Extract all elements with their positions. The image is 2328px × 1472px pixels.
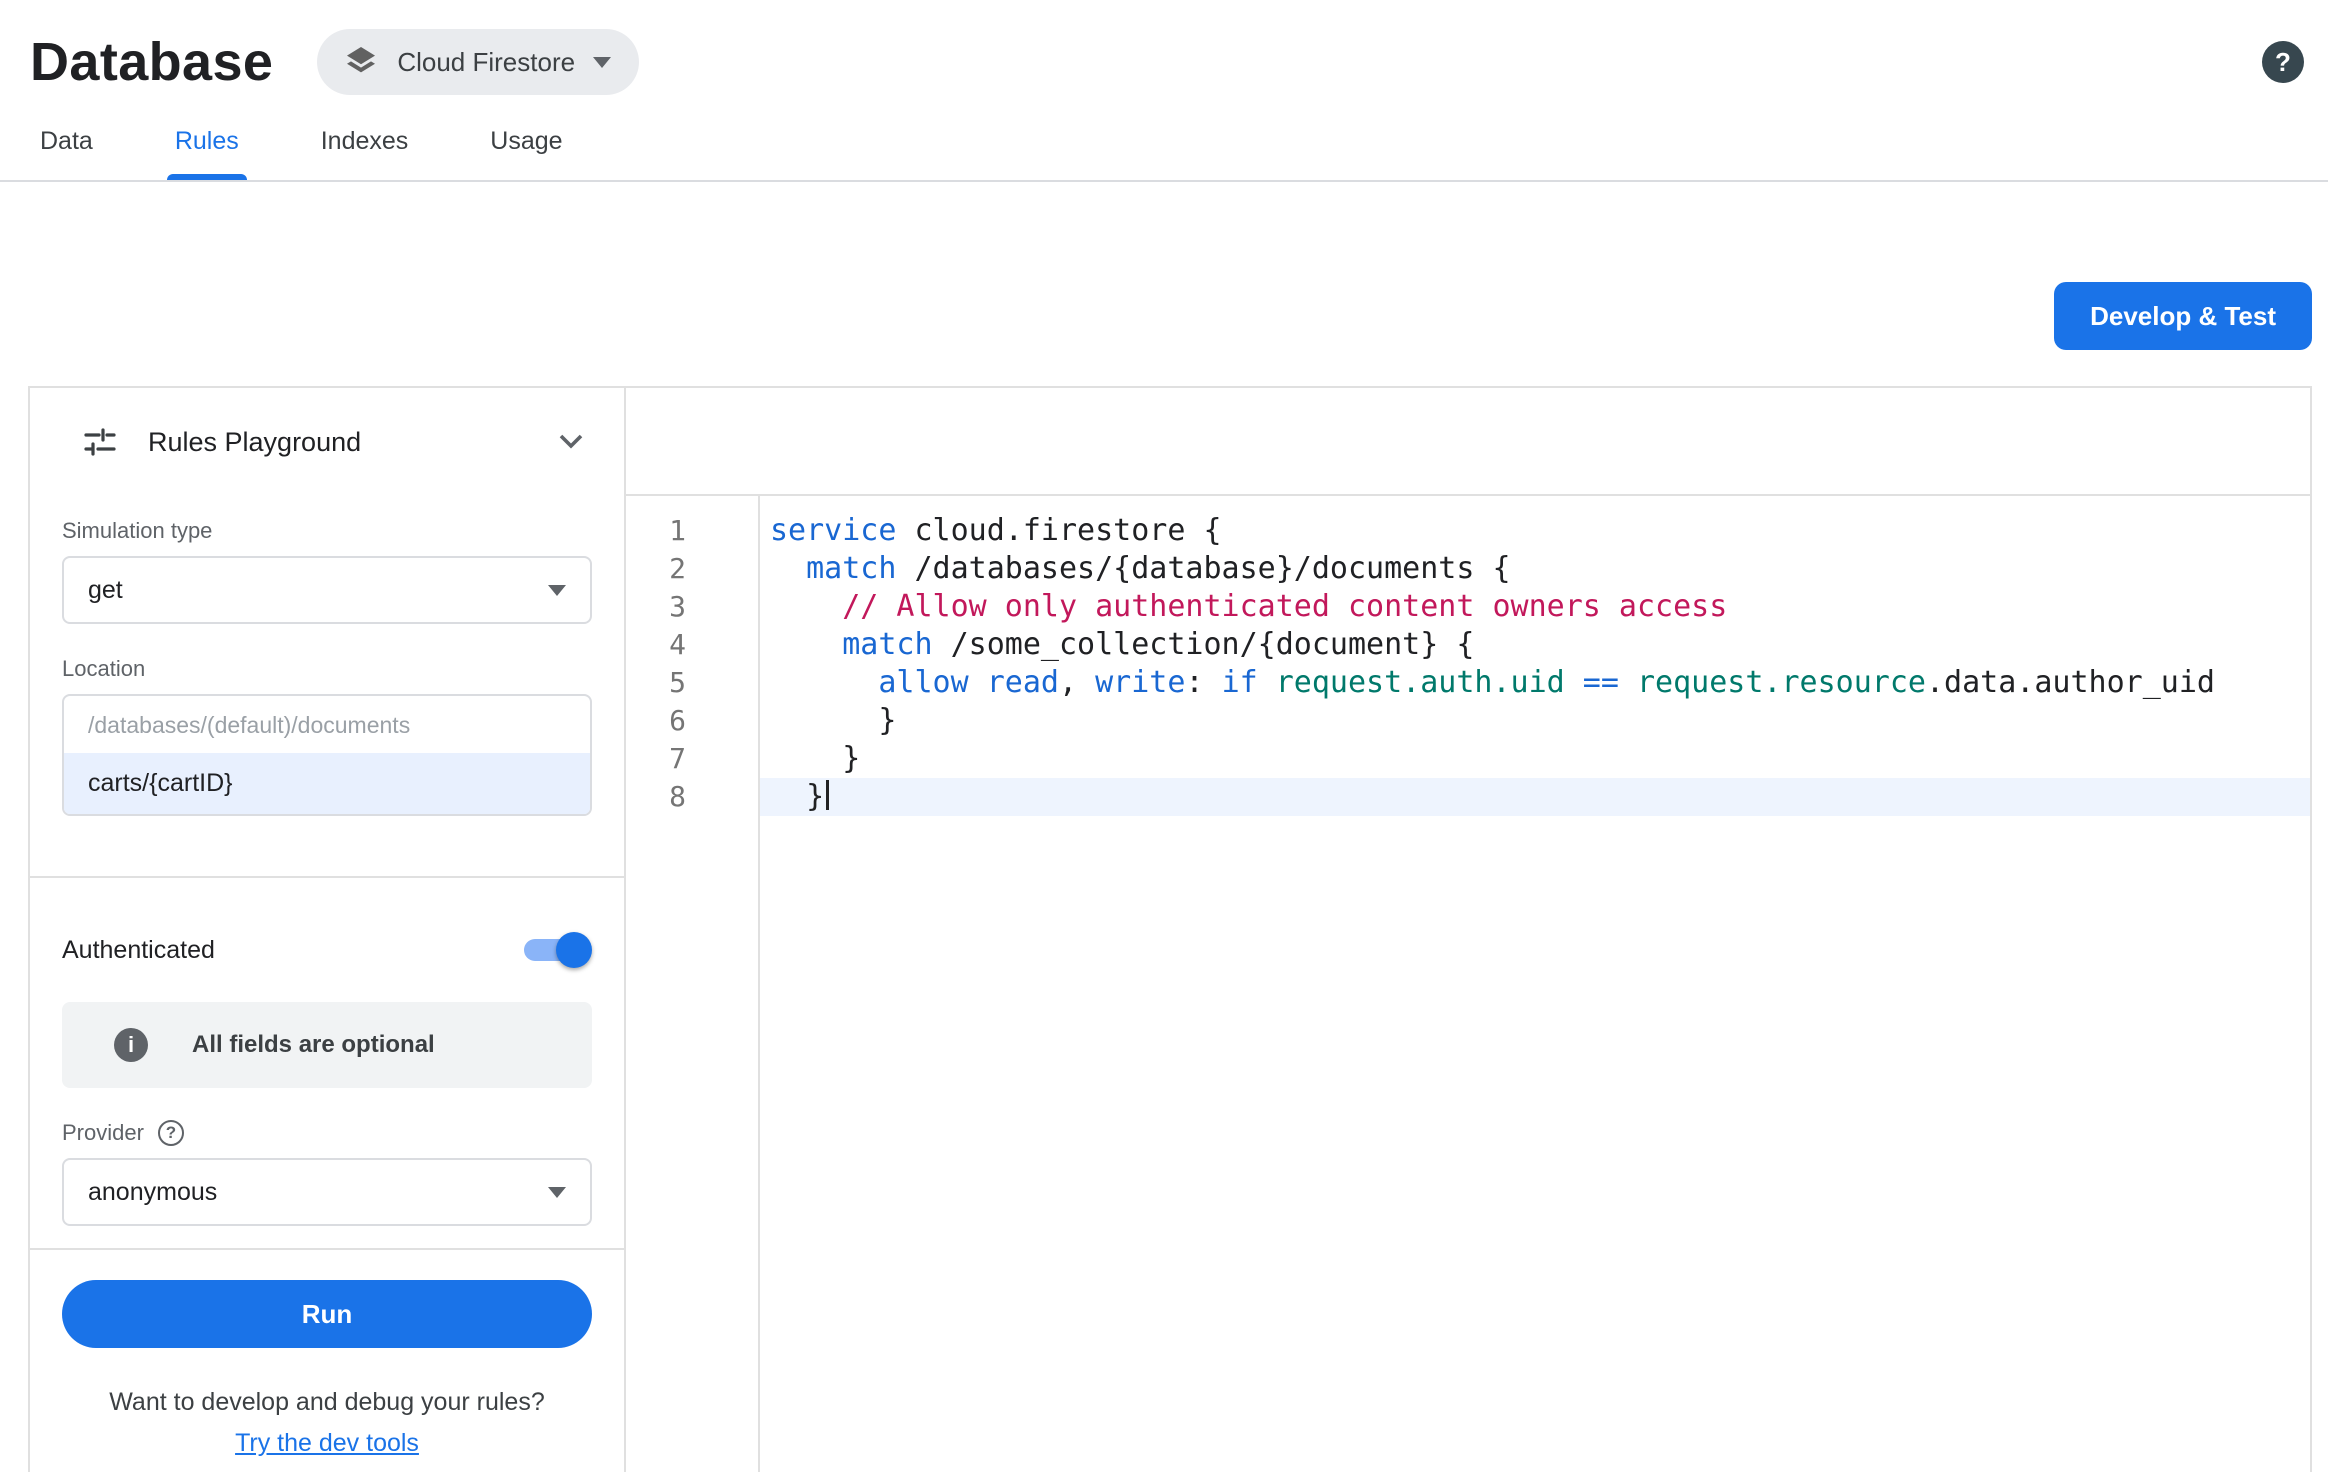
editor-code: service cloud.firestore { match /databas…: [760, 496, 2310, 1472]
toggle-thumb: [556, 932, 592, 968]
location-value: carts/{cartID}: [64, 753, 590, 814]
code-line-2: match /databases/{database}/documents {: [760, 550, 2310, 588]
simulation-type-label: Simulation type: [62, 518, 592, 544]
dropdown-arrow-icon: [548, 1187, 566, 1198]
dev-tools-prompt: Want to develop and debug your rules?: [62, 1388, 592, 1417]
editor-toolbar: [626, 388, 2310, 496]
tab-rules[interactable]: Rules: [167, 127, 247, 180]
help-button[interactable]: ?: [2262, 41, 2304, 83]
tune-icon: [82, 424, 118, 460]
code-line-8: }: [760, 778, 2310, 816]
line-number: 2: [626, 550, 686, 588]
playground-body: Simulation type get Location /databases/…: [30, 518, 624, 1458]
firestore-icon: [343, 44, 379, 80]
provider-label: Provider: [62, 1120, 144, 1146]
simulation-type-select[interactable]: get: [62, 556, 592, 624]
info-banner: i All fields are optional: [62, 1002, 592, 1088]
firestore-database-page: Database Cloud Firestore ? Data Rules Inde…: [0, 0, 2328, 1472]
authenticated-toggle[interactable]: [518, 930, 592, 970]
code-line-7: }: [760, 740, 2310, 778]
tab-indexes[interactable]: Indexes: [313, 127, 417, 180]
section-divider: [30, 876, 624, 878]
section-divider: [30, 1248, 624, 1250]
playground-header[interactable]: Rules Playground: [30, 388, 624, 496]
text-cursor: [826, 780, 829, 810]
location-input[interactable]: /databases/(default)/documents carts/{ca…: [62, 694, 592, 816]
rules-editor-section: 12345678 service cloud.firestore { match…: [626, 388, 2310, 1472]
provider-label-row: Provider ?: [62, 1120, 592, 1146]
develop-test-button[interactable]: Develop & Test: [2054, 282, 2312, 350]
rules-playground-sidebar: Rules Playground Simulation type get Loc…: [30, 388, 626, 1472]
actions-row: Develop & Test: [0, 182, 2328, 350]
info-icon: i: [114, 1028, 148, 1062]
editor-gutter: 12345678: [626, 496, 760, 1472]
line-number: 4: [626, 626, 686, 664]
provider-select[interactable]: anonymous: [62, 1158, 592, 1226]
dropdown-arrow-icon: [548, 585, 566, 596]
database-selector-label: Cloud Firestore: [397, 47, 575, 78]
code-line-4: match /some_collection/{document} {: [760, 626, 2310, 664]
line-number: 7: [626, 740, 686, 778]
help-icon: ?: [2275, 47, 2291, 78]
info-banner-text: All fields are optional: [192, 1031, 435, 1059]
tab-usage[interactable]: Usage: [482, 127, 570, 180]
collapse-chevron-icon: [558, 433, 584, 451]
code-line-1: service cloud.firestore {: [760, 512, 2310, 550]
authenticated-row: Authenticated: [62, 930, 592, 970]
code-editor[interactable]: 12345678 service cloud.firestore { match…: [626, 496, 2310, 1472]
header: Database Cloud Firestore ?: [0, 0, 2328, 104]
tab-data[interactable]: Data: [32, 127, 101, 180]
provider-value: anonymous: [88, 1178, 217, 1207]
authenticated-label: Authenticated: [62, 936, 215, 965]
line-number: 5: [626, 664, 686, 702]
database-selector[interactable]: Cloud Firestore: [317, 29, 639, 95]
location-label: Location: [62, 656, 592, 682]
code-line-6: }: [760, 702, 2310, 740]
page-title: Database: [30, 31, 273, 93]
line-number: 6: [626, 702, 686, 740]
line-number: 3: [626, 588, 686, 626]
code-line-5: allow read, write: if request.auth.uid =…: [760, 664, 2310, 702]
simulation-type-value: get: [88, 576, 123, 605]
line-number: 1: [626, 512, 686, 550]
line-number: 8: [626, 778, 686, 816]
code-line-3: // Allow only authenticated content owne…: [760, 588, 2310, 626]
tabs: Data Rules Indexes Usage: [0, 104, 2328, 182]
location-placeholder: /databases/(default)/documents: [64, 696, 590, 753]
rules-panel: Rules Playground Simulation type get Loc…: [28, 386, 2312, 1472]
playground-title: Rules Playground: [148, 427, 361, 458]
dev-tools-link[interactable]: Try the dev tools: [62, 1429, 592, 1458]
provider-help-icon[interactable]: ?: [158, 1120, 184, 1146]
run-button[interactable]: Run: [62, 1280, 592, 1348]
chevron-down-icon: [593, 57, 611, 68]
